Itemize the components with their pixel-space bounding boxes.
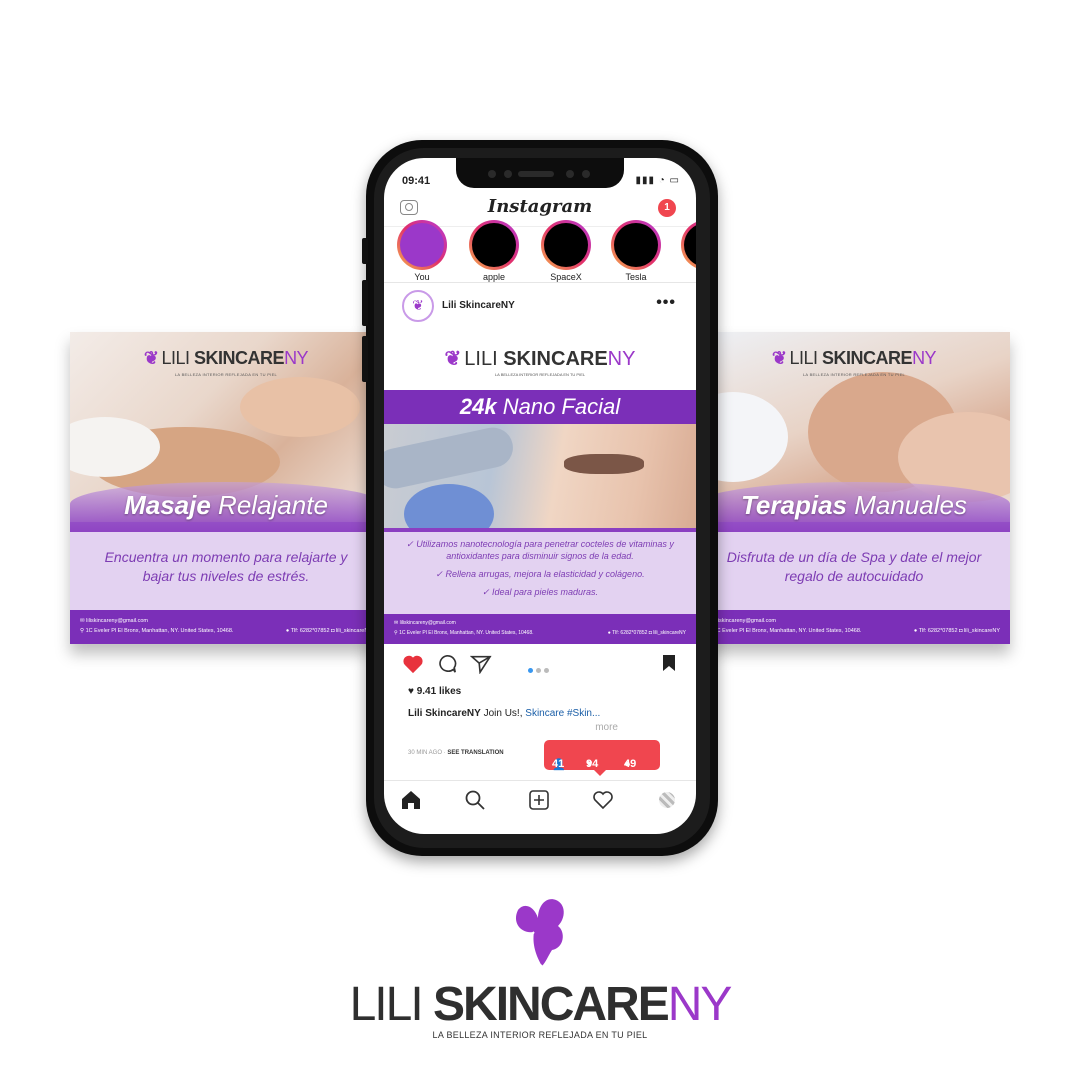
notch <box>456 158 624 188</box>
brand-name: LILI SKINCARENY <box>349 978 733 1031</box>
story-partial[interactable]: P <box>678 220 696 282</box>
story-avatar <box>544 223 588 267</box>
card-logo: ❦ LILI SKINCARENY <box>143 348 309 368</box>
benefit-3: ✓ Ideal para pieles maduras. <box>481 587 599 597</box>
post-title-band: 24k Nano Facial <box>384 390 696 424</box>
card-title: Terapias Manuales <box>741 490 967 520</box>
contact-footer: ✉ liliskincareny@gmail.com ⚲ 1C Eveler P… <box>384 614 696 644</box>
story-apple[interactable]: apple <box>466 220 522 282</box>
post-image[interactable]: ❦ LILI SKINCARENY LA BELLEZA INTERIOR REF… <box>384 332 696 644</box>
card-tagline: LA BELLEZA INTERIOR REFLEJADA EN TU PIEL <box>802 372 906 377</box>
story-avatar <box>472 223 516 267</box>
card-title: Masaje Relajante <box>124 490 328 520</box>
story-avatar <box>684 223 696 267</box>
sensor-dot <box>488 170 496 178</box>
mute-switch <box>362 238 368 264</box>
contact-footer: ✉ liliskincareny@gmail.com ⚲ 1C Eveler P… <box>70 610 382 644</box>
comment-icon[interactable] <box>436 654 458 674</box>
front-camera <box>566 170 574 178</box>
post-card-terapias-manuales: ❦ LILI SKINCARENY LA BELLEZA INTERIOR REF… <box>698 332 1010 644</box>
post-benefits: ✓ Utilizamos nanotecnología para penetra… <box>384 532 696 614</box>
sensor-dot <box>504 170 512 178</box>
heart-small-icon: ♥ <box>408 686 417 697</box>
post-avatar[interactable]: ❦ <box>402 290 434 322</box>
activity-heart-icon[interactable] <box>592 789 614 811</box>
carousel-dot <box>536 668 541 673</box>
carousel-dot-active <box>528 668 533 673</box>
post-card-masaje-relajante: ❦ LILI SKINCARENY LA BELLEZA INTERIOR REF… <box>70 332 382 644</box>
story-tesla[interactable]: Tesla <box>608 220 664 282</box>
carousel-dots <box>528 660 549 678</box>
story-you[interactable]: You <box>394 220 450 282</box>
see-translation-link[interactable]: SEE TRANSLATION <box>447 750 503 756</box>
card-tagline: LA BELLEZA INTERIOR REFLEJADA EN TU PIEL <box>174 372 278 377</box>
story-avatar <box>614 223 658 267</box>
butterfly-icon: ❦ <box>444 348 462 370</box>
stories-bar: You apple SpaceX Tesla P <box>384 220 696 282</box>
status-icons: ▮▮▮ ◔ ▭ <box>635 175 680 186</box>
search-icon[interactable] <box>464 789 486 811</box>
share-icon[interactable] <box>470 654 492 674</box>
home-icon[interactable] <box>400 789 422 811</box>
more-options-icon[interactable]: ••• <box>656 294 676 312</box>
facial-photo <box>384 423 696 544</box>
volume-down-button <box>362 336 368 382</box>
card-description: Encuentra un momento para relajarte y ba… <box>104 549 348 584</box>
post-time: 30 MIN AGO · SEE TRANSLATION <box>408 750 504 756</box>
speaker <box>518 171 554 177</box>
like-heart-icon[interactable] <box>402 654 424 674</box>
butterfly-icon: ❦ <box>143 348 159 368</box>
story-ring <box>469 220 519 270</box>
post-header: ❦ Lili SkincareNY ••• <box>384 286 696 330</box>
sensor-dot <box>582 170 590 178</box>
butterfly-icon: ❦ <box>771 348 787 368</box>
butterfly-logo-icon <box>515 899 564 967</box>
volume-up-button <box>362 280 368 326</box>
instagram-logo: Instagram <box>487 196 593 217</box>
contact-footer: ✉ liliskincareny@gmail.com ⚲ 1C Eveler P… <box>698 610 1010 644</box>
profile-icon[interactable] <box>656 789 678 811</box>
likes-count[interactable]: ♥ 9.41 likes <box>408 686 461 697</box>
status-time: 09:41 <box>402 175 431 187</box>
carousel-dot <box>544 668 549 673</box>
post-logo: ❦ LILI SKINCARENY <box>444 348 636 370</box>
story-ring <box>541 220 591 270</box>
post-tagline: LA BELLEZA INTERIOR REFLEJADA EN TU PIEL <box>494 372 586 377</box>
add-post-icon[interactable] <box>528 789 550 811</box>
post-actions <box>384 654 696 678</box>
more-link[interactable]: more <box>595 722 618 733</box>
story-ring <box>611 220 661 270</box>
bottom-tab-bar <box>384 780 696 821</box>
butterfly-icon: ❦ <box>412 297 424 313</box>
card-logo: ❦ LILI SKINCARENY <box>771 348 937 368</box>
activity-tooltip: 👤 41 ♥ 94 ● 49 <box>544 740 660 776</box>
story-ring <box>681 220 696 270</box>
brand-tagline: LA BELLEZA INTERIOR REFLEJADA EN TU PIEL <box>432 1030 648 1040</box>
post-username[interactable]: Lili SkincareNY <box>442 300 515 311</box>
benefit-1: ✓ Utilizamos nanotecnología para penetra… <box>406 539 674 561</box>
post-caption: Lili SkincareNY Join Us!, Skincare #Skin… <box>408 708 601 719</box>
story-spacex[interactable]: SpaceX <box>538 220 594 282</box>
card-description: Disfruta de un día de Spa y date el mejo… <box>726 549 982 584</box>
phone-screen: 09:41 ▮▮▮ ◔ ▭ Instagram 1 You apple Spac… <box>384 158 696 834</box>
story-ring <box>397 220 447 270</box>
benefit-2: ✓ Rellena arrugas, mejora la elasticidad… <box>435 569 645 579</box>
story-avatar <box>400 223 444 267</box>
bookmark-icon[interactable] <box>662 654 676 672</box>
notification-badge[interactable]: 1 <box>658 199 676 217</box>
divider <box>384 282 696 283</box>
